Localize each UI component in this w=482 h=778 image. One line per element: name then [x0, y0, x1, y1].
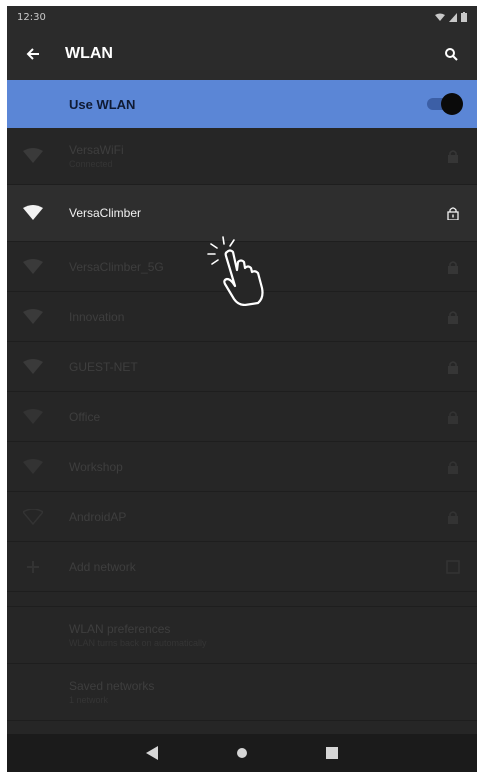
- network-name: GUEST-NET: [69, 359, 138, 374]
- recents-nav-button[interactable]: [322, 743, 342, 763]
- saved-networks-summary: 1 network: [69, 695, 109, 705]
- lock-icon: [443, 407, 463, 427]
- wifi-icon: [21, 305, 45, 329]
- wifi-icon: [21, 144, 45, 168]
- page-title: WLAN: [65, 45, 113, 62]
- wifi-icon: [21, 201, 45, 225]
- wifi-icon: [21, 505, 45, 529]
- network-name: AndroidAP: [69, 509, 127, 524]
- navigation-bar: [7, 734, 477, 772]
- network-name: Workshop: [69, 459, 123, 474]
- search-icon: [445, 48, 458, 61]
- plus-icon: [21, 555, 45, 579]
- add-network-label: Add network: [69, 559, 136, 574]
- app-bar: WLAN: [7, 28, 477, 80]
- wifi-icon: [21, 355, 45, 379]
- recents-square-icon: [326, 747, 338, 759]
- use-wlan-toggle[interactable]: [425, 93, 463, 115]
- saved-networks-row[interactable]: Saved networks 1 network: [7, 664, 477, 721]
- wifi-icon: [21, 405, 45, 429]
- lock-icon: [443, 146, 463, 166]
- home-nav-button[interactable]: [232, 743, 252, 763]
- lock-icon: [443, 257, 463, 277]
- add-network-row[interactable]: Add network: [7, 542, 477, 592]
- wifi-icon: [435, 13, 445, 21]
- lock-icon: [443, 357, 463, 377]
- arrow-left-icon: [26, 48, 39, 60]
- back-nav-button[interactable]: [142, 743, 162, 763]
- network-list: VersaWiFi Connected VersaClimber VersaCl…: [7, 128, 477, 721]
- battery-icon: [461, 12, 467, 22]
- wifi-icon: [21, 255, 45, 279]
- network-row[interactable]: AndroidAP: [7, 492, 477, 542]
- network-row[interactable]: Office: [7, 392, 477, 442]
- network-name: Innovation: [69, 309, 125, 324]
- network-name: VersaWiFi: [69, 143, 124, 157]
- network-status: Connected: [69, 159, 113, 169]
- network-name: VersaClimber: [69, 206, 142, 220]
- network-row[interactable]: GUEST-NET: [7, 342, 477, 392]
- triangle-back-icon: [146, 746, 158, 760]
- toggle-thumb: [441, 93, 463, 115]
- back-button[interactable]: [19, 40, 47, 68]
- use-wlan-row[interactable]: Use WLAN: [7, 80, 477, 128]
- saved-networks-title: Saved networks: [69, 679, 155, 693]
- status-bar: 12:30: [7, 6, 477, 28]
- tap-hand-icon: [207, 236, 264, 306]
- status-icons: [435, 12, 467, 22]
- lock-icon: [443, 507, 463, 527]
- search-button[interactable]: [437, 40, 465, 68]
- home-circle-icon: [237, 748, 247, 758]
- network-row[interactable]: Workshop: [7, 442, 477, 492]
- wlan-preferences-row[interactable]: WLAN preferences WLAN turns back on auto…: [7, 607, 477, 664]
- qr-code-icon[interactable]: [443, 557, 463, 577]
- network-row[interactable]: VersaWiFi Connected: [7, 128, 477, 185]
- section-divider: [7, 592, 477, 607]
- use-wlan-label: Use WLAN: [69, 96, 136, 112]
- preferences-summary: WLAN turns back on automatically: [69, 638, 207, 648]
- lock-icon: [443, 307, 463, 327]
- lock-icon: [443, 457, 463, 477]
- lock-icon: [443, 203, 463, 223]
- preferences-title: WLAN preferences: [69, 622, 171, 636]
- status-time: 12:30: [17, 11, 46, 23]
- signal-icon: [449, 12, 457, 22]
- network-name: Office: [69, 409, 101, 424]
- wifi-icon: [21, 455, 45, 479]
- tablet-screen: 12:30 WLAN Use WLAN VersaWiFi Connected …: [7, 6, 477, 772]
